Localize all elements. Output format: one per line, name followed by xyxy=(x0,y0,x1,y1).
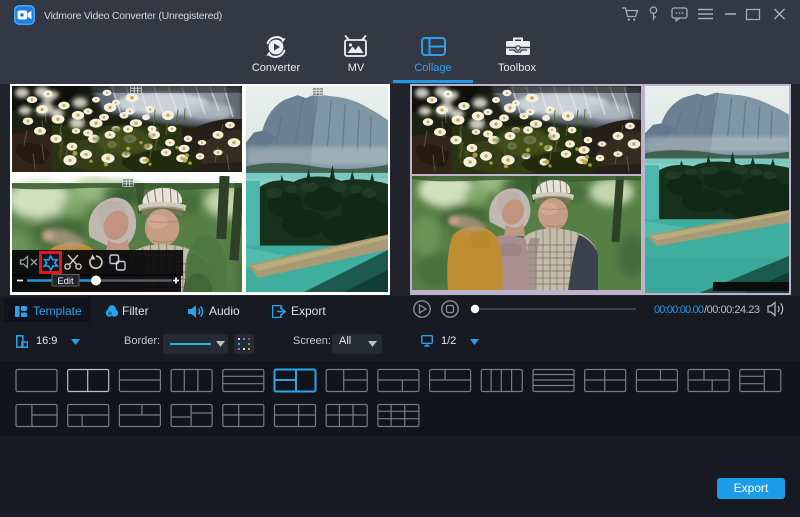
svg-text:Edit: Edit xyxy=(57,276,74,287)
svg-text:00:00:00.00: 00:00:00.00 xyxy=(654,304,704,316)
svg-text:/00:00:24.23: /00:00:24.23 xyxy=(704,304,760,316)
